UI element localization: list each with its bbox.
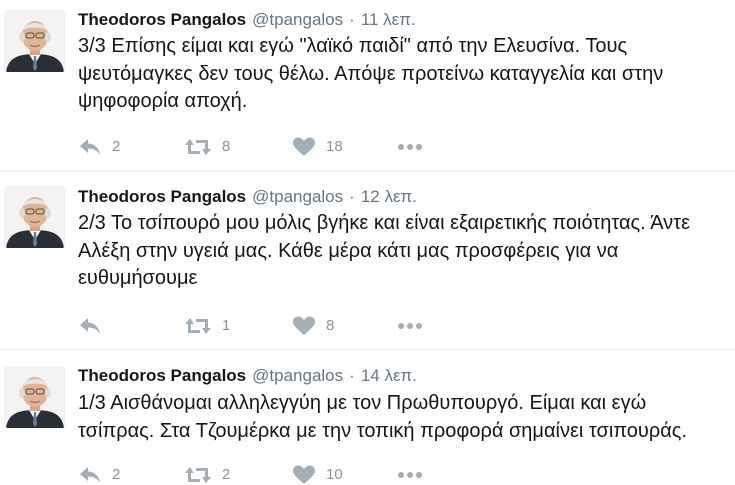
reply-icon [80, 139, 100, 155]
tweet-timestamp[interactable]: 14 λεπ. [361, 366, 417, 385]
like-count: 18 [326, 138, 343, 155]
heart-icon [293, 137, 315, 156]
author-name[interactable]: Theodoros Pangalos [78, 366, 246, 385]
like-count: 10 [326, 466, 343, 483]
like-count: 8 [326, 317, 335, 334]
tweet-3[interactable]: Theodoros Pangalos @tpangalos · 14 λεπ. 1/3… [0, 350, 735, 485]
tweet-actions: 2 2 10 [78, 463, 438, 485]
retweet-icon [185, 139, 211, 155]
tweet-header: Theodoros Pangalos @tpangalos · 12 λεπ. [78, 186, 417, 208]
avatar[interactable] [4, 366, 66, 428]
more-options-button[interactable] [396, 463, 424, 485]
author-handle[interactable]: @tpangalos [252, 366, 343, 385]
retweet-button[interactable]: 8 [184, 135, 230, 159]
retweet-count: 1 [222, 317, 231, 334]
reply-count: 2 [112, 466, 121, 483]
more-options-button[interactable] [396, 314, 424, 338]
author-handle[interactable]: @tpangalos [252, 10, 343, 29]
like-button[interactable]: 8 [292, 314, 334, 338]
author-name[interactable]: Theodoros Pangalos [78, 10, 246, 29]
more-options-button[interactable] [396, 135, 424, 159]
tweet-timestamp[interactable]: 11 λεπ. [361, 10, 416, 29]
tweet-2[interactable]: Theodoros Pangalos @tpangalos · 12 λεπ. 2/3… [0, 172, 735, 350]
avatar[interactable] [4, 186, 66, 248]
heart-icon [293, 465, 315, 484]
more-icon [398, 144, 422, 150]
separator-dot: · [349, 366, 355, 385]
tweet-timestamp[interactable]: 12 λεπ. [361, 187, 417, 206]
separator-dot: · [349, 187, 355, 206]
reply-count: 2 [112, 138, 121, 155]
reply-icon [80, 467, 100, 483]
reply-button[interactable] [78, 314, 112, 338]
tweet-actions: 2 8 18 [78, 135, 438, 159]
avatar[interactable] [4, 10, 66, 72]
retweet-icon [185, 318, 211, 334]
like-button[interactable]: 18 [292, 135, 343, 159]
retweet-icon [185, 467, 211, 483]
reply-button[interactable]: 2 [78, 135, 120, 159]
retweet-count: 2 [222, 466, 231, 483]
retweet-button[interactable]: 1 [184, 314, 230, 338]
author-handle[interactable]: @tpangalos [252, 187, 343, 206]
author-name[interactable]: Theodoros Pangalos [78, 187, 246, 206]
heart-icon [293, 316, 315, 335]
reply-button[interactable]: 2 [78, 463, 120, 485]
tweet-1[interactable]: Theodoros Pangalos @tpangalos · 11 λεπ. 3/3… [0, 0, 735, 172]
reply-icon [80, 318, 100, 334]
tweet-header: Theodoros Pangalos @tpangalos · 14 λεπ. [78, 365, 417, 387]
retweet-button[interactable]: 2 [184, 463, 230, 485]
tweet-timeline: Theodoros Pangalos @tpangalos · 11 λεπ. 3/3… [0, 0, 735, 485]
tweet-text: 2/3 Το τσίπουρό μου μόλις βγήκε και είνα… [78, 212, 690, 289]
more-icon [398, 323, 422, 329]
tweet-header: Theodoros Pangalos @tpangalos · 11 λεπ. [78, 9, 416, 31]
avatar-image [4, 366, 66, 428]
more-icon [398, 472, 422, 478]
tweet-text: 1/3 Αισθάνομαι αλληλεγγύη με τον Πρωθυπο… [78, 392, 687, 442]
retweet-count: 8 [222, 138, 231, 155]
tweet-text: 3/3 Επίσης είμαι και εγώ "λαϊκό παιδί" α… [78, 35, 664, 112]
like-button[interactable]: 10 [292, 463, 343, 485]
avatar-image [4, 10, 66, 72]
tweet-actions: 1 8 [78, 314, 438, 338]
separator-dot: · [349, 10, 355, 29]
avatar-image [4, 186, 66, 248]
